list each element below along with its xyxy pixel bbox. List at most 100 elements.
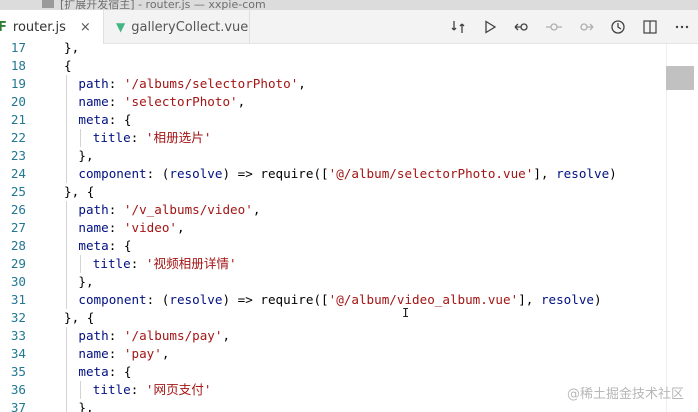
code-line[interactable]: 18 { [0,57,698,75]
code-line[interactable]: 17}, [0,39,698,57]
indent-guide [66,381,67,399]
line-number: 21 [10,112,26,127]
indent-guide [66,111,67,129]
indent-guide [66,147,67,165]
line-number: 22 [10,130,26,145]
code-token: : { [108,364,132,379]
code-text: title: '相册选片' [93,129,212,147]
code-token: 'selectorPhoto' [123,94,238,109]
code-text: { [64,57,72,75]
code-line[interactable]: 29 title: '视频相册详情' [0,255,698,273]
code-token: '/albums/selectorPhoto' [123,76,299,91]
code-token: , [161,346,170,361]
code-token: '@/album/selectorPhoto.vue' [328,166,534,181]
indent-guide [66,129,67,147]
code-line[interactable]: 20 name: 'selectorPhoto', [0,93,698,111]
code-editor[interactable]: 17}, 18{19 path: '/albums/selectorPhoto', 2… [0,40,698,412]
code-text: name: 'selectorPhoto', [78,93,245,111]
code-text: path: '/albums/pay', [78,327,230,345]
code-token: title [92,256,131,271]
indent-guide [80,255,82,273]
code-token: : ( [146,166,170,181]
code-token: : [108,328,124,343]
code-line[interactable]: 33 path: '/albums/pay', [0,327,698,345]
code-line[interactable]: 22 title: '相册选片' [0,129,698,147]
code-token: { [64,58,72,73]
code-token: component [78,166,147,181]
scrollbar-thumb[interactable] [666,66,694,90]
text-cursor-icon: I [402,306,410,320]
code-text: name: 'pay', [78,345,169,363]
code-text: title: '视频相册详情' [93,255,237,273]
indent-guide [66,201,67,219]
indent-guide [66,363,67,381]
line-number: 34 [10,346,26,361]
code-text: }, { [64,183,94,201]
code-line[interactable]: 35 meta: { [0,363,698,381]
line-number: 27 [10,220,26,235]
code-token: 'pay' [123,346,162,361]
code-token: meta [78,112,109,127]
code-line[interactable]: 26 path: '/v_albums/video', [0,201,698,219]
code-line[interactable]: 34 name: 'pay', [0,345,698,363]
code-line[interactable]: 31 component: (resolve) => require(['@/al… [0,291,698,309]
code-token: : [108,76,124,91]
code-token: meta [78,364,109,379]
code-token: ], [533,166,557,181]
indent-guide [66,399,67,412]
code-token: title [92,382,131,397]
window-titlebar: [扩展开发宿主] - router.js — xxpie-com [0,0,698,10]
vue-file-icon: ▼ [116,20,126,34]
indent-guide [80,381,82,399]
code-token: resolve [556,166,610,181]
code-token: name [78,346,109,361]
js-file-icon: F [0,19,7,35]
code-token: }, { [64,310,95,325]
line-number: 20 [10,94,26,109]
line-number: 33 [10,328,26,343]
code-token: path [78,328,109,343]
line-number: 31 [10,292,26,307]
code-token: title [92,130,131,145]
code-line[interactable]: 25}, { [0,183,698,201]
tab-label: router.js [12,19,66,35]
code-token: ) => require([ [222,166,329,181]
line-number: 19 [10,76,26,91]
code-token: name [78,94,109,109]
code-text: path: '/albums/selectorPhoto', [78,75,306,93]
code-text: }, [78,273,93,291]
vertical-scrollbar[interactable] [666,44,698,412]
code-line[interactable]: 21 meta: { [0,111,698,129]
code-token: , [222,328,231,343]
code-line[interactable]: 28 meta: { [0,237,698,255]
line-number: 23 [10,148,26,163]
code-token: }, [78,148,94,163]
line-number: 35 [10,364,26,379]
code-line[interactable]: 19 path: '/albums/selectorPhoto', [0,75,698,93]
close-icon[interactable]: × [80,20,91,35]
code-token: '网页支付' [145,382,212,397]
code-token: '视频相册详情' [145,256,237,271]
code-token: , [252,202,261,217]
code-line[interactable]: 23}, [0,147,698,165]
code-token: component [78,292,147,307]
code-line[interactable]: 32}, { [0,309,698,327]
code-token: 'video' [123,220,177,235]
code-text: }, { [64,309,94,327]
indent-guide [66,93,67,111]
code-line[interactable]: 27 name: 'video', [0,219,698,237]
code-token: path [78,202,109,217]
code-line[interactable]: 24 component: ( resolve ) => require(['@/al… [0,165,698,183]
line-number: 36 [10,382,26,397]
code-text: path: '/v_albums/video', [78,201,260,219]
code-text: component: ( resolve ) => require(['@/albu… [78,165,616,183]
indent-guide [66,165,67,183]
code-line[interactable]: 30}, [0,273,698,291]
code-token: ) [594,292,602,307]
code-token: }, [78,400,94,412]
indent-guide [66,75,67,93]
code-token: : { [108,112,132,127]
line-number: 24 [10,166,26,181]
line-number: 17 [10,40,26,55]
code-token: }, [78,274,94,289]
